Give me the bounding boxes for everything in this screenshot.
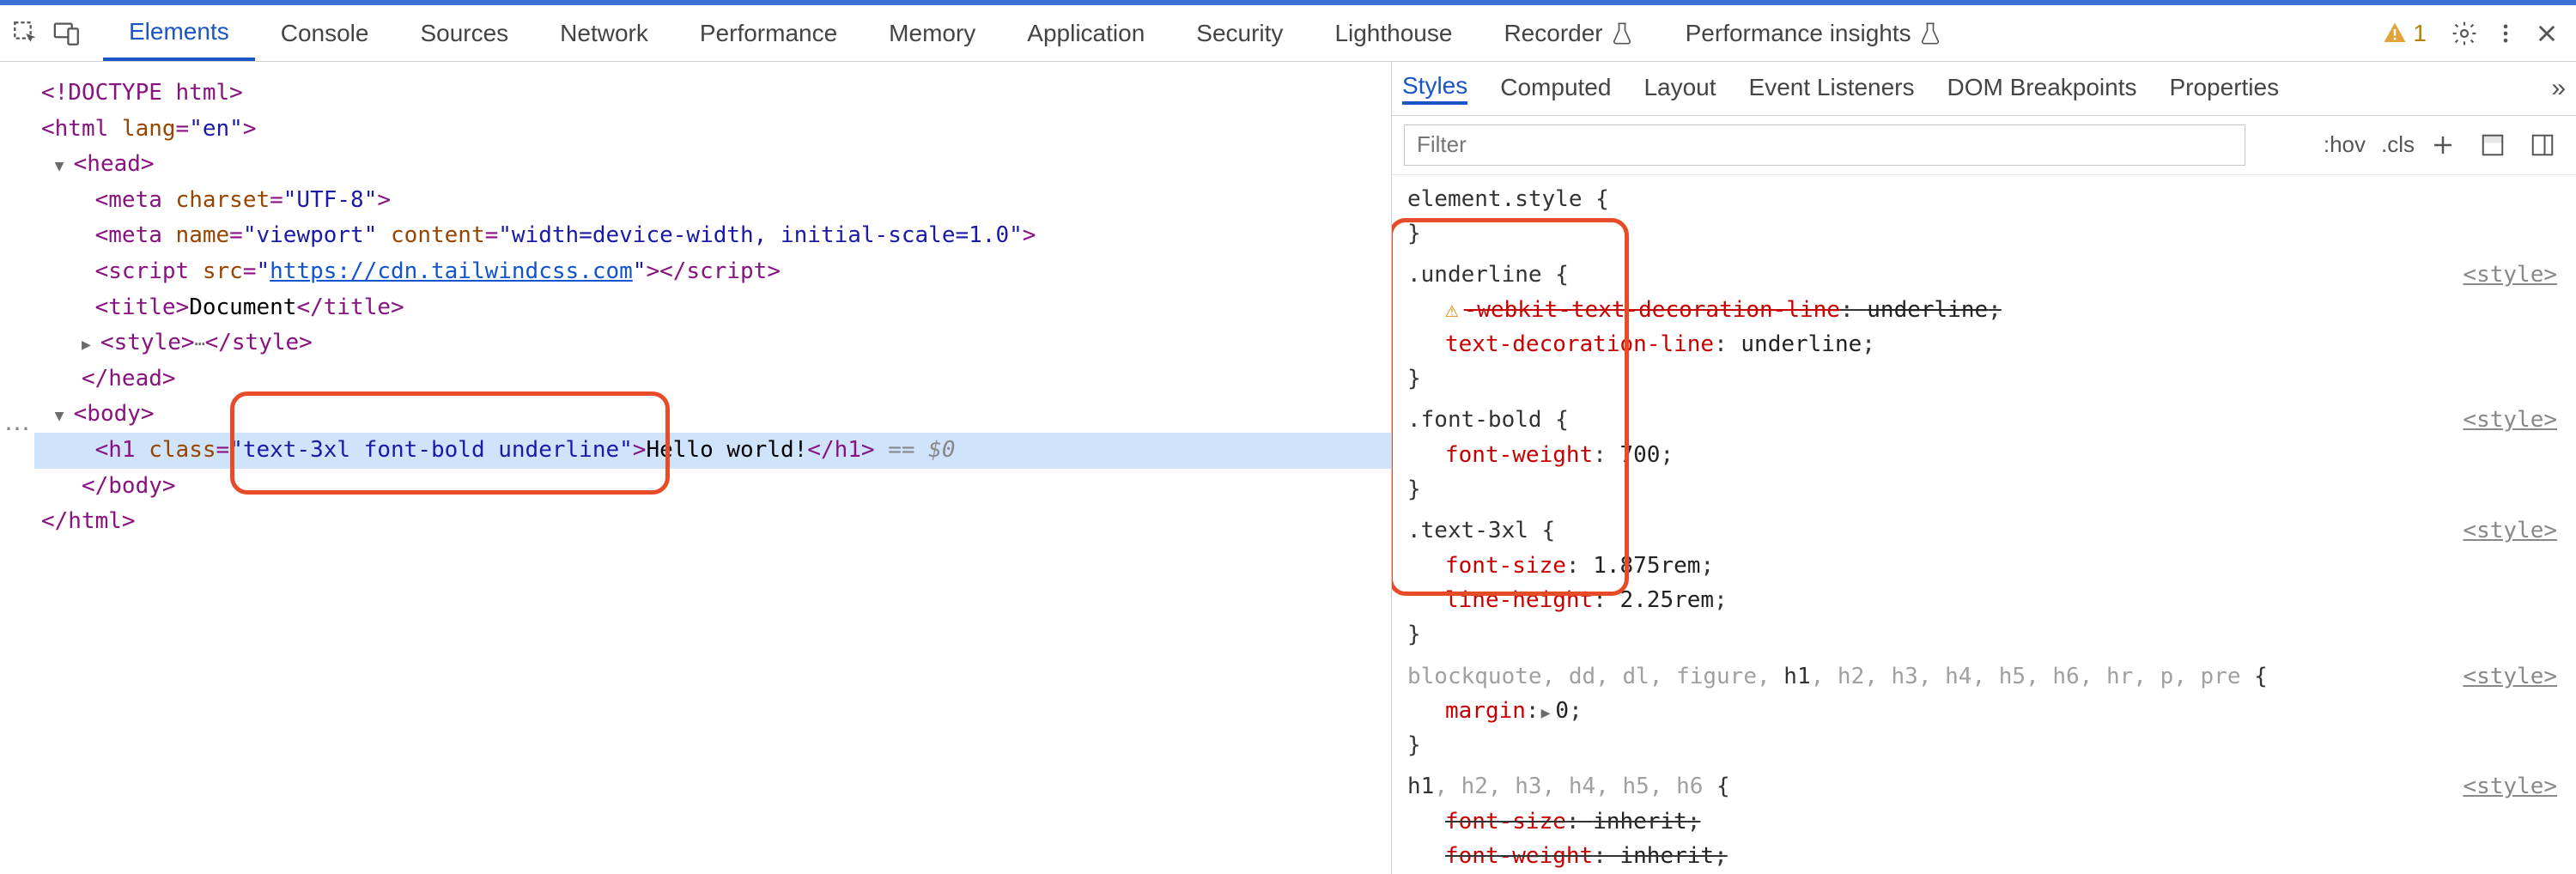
styles-tab-properties[interactable]: Properties bbox=[2169, 74, 2279, 103]
hov-toggle[interactable]: :hov bbox=[2324, 131, 2366, 158]
tab-label: Console bbox=[281, 20, 369, 47]
tab-label: Network bbox=[560, 20, 648, 47]
tab-label: Elements bbox=[129, 18, 229, 46]
inspect-icon[interactable] bbox=[5, 13, 46, 54]
more-icon[interactable] bbox=[2485, 13, 2526, 54]
tab-label: Recorder bbox=[1504, 20, 1602, 47]
tab-label: Lighthouse bbox=[1334, 20, 1452, 47]
css-rule[interactable]: <style> blockquote, dd, dl, figure, h1, … bbox=[1392, 656, 2576, 767]
styles-pane: Styles Computed Layout Event Listeners D… bbox=[1391, 62, 2576, 874]
styles-filter-input[interactable] bbox=[1404, 124, 2245, 166]
expand-toggle-icon[interactable] bbox=[55, 147, 74, 183]
settings-icon[interactable] bbox=[2444, 13, 2485, 54]
new-style-rule-icon[interactable] bbox=[2430, 132, 2464, 158]
expand-toggle-icon[interactable] bbox=[55, 397, 74, 433]
tab-label: Sources bbox=[420, 20, 508, 47]
tab-label: Performance insights bbox=[1686, 20, 1911, 47]
tab-performance[interactable]: Performance bbox=[674, 5, 863, 61]
devtools-tabbar: Elements Console Sources Network Perform… bbox=[0, 5, 2576, 62]
dom-node[interactable]: <script src="https://cdn.tailwindcss.com… bbox=[34, 254, 1391, 290]
styles-tab-styles[interactable]: Styles bbox=[1402, 72, 1467, 105]
tab-network[interactable]: Network bbox=[534, 5, 674, 61]
tab-sources[interactable]: Sources bbox=[394, 5, 534, 61]
device-toggle-icon[interactable] bbox=[46, 13, 88, 54]
tab-label: Performance bbox=[700, 20, 837, 47]
rule-source-link[interactable]: <style> bbox=[2463, 513, 2557, 548]
dom-node[interactable]: <meta charset="UTF-8"> bbox=[34, 183, 1391, 219]
rule-source-link[interactable]: <style> bbox=[2463, 769, 2557, 804]
warnings-count: 1 bbox=[2413, 20, 2427, 47]
beta-icon bbox=[1610, 21, 1634, 46]
dom-gutter: ⋯ bbox=[0, 62, 34, 874]
styles-tab-dom-breakpoints[interactable]: DOM Breakpoints bbox=[1947, 74, 2137, 103]
tab-label: Memory bbox=[889, 20, 975, 47]
styles-tab-event-listeners[interactable]: Event Listeners bbox=[1749, 74, 1915, 103]
tab-label: Security bbox=[1196, 20, 1283, 47]
tab-memory[interactable]: Memory bbox=[863, 5, 1001, 61]
tab-perf-insights[interactable]: Performance insights bbox=[1660, 5, 1968, 61]
dom-node[interactable]: <head> bbox=[34, 147, 1391, 183]
styles-filter-bar: :hov .cls bbox=[1392, 116, 2576, 175]
expand-toggle-icon[interactable] bbox=[82, 325, 100, 361]
close-devtools-icon[interactable] bbox=[2526, 13, 2567, 54]
tab-application[interactable]: Application bbox=[1001, 5, 1170, 61]
more-tabs-icon[interactable]: » bbox=[2551, 74, 2566, 103]
dom-node[interactable]: </head> bbox=[34, 361, 1391, 398]
tab-elements[interactable]: Elements bbox=[103, 5, 255, 61]
tab-console[interactable]: Console bbox=[255, 5, 395, 61]
dom-node[interactable]: <html lang="en"> bbox=[34, 112, 1391, 148]
warnings-badge[interactable]: 1 bbox=[2382, 20, 2427, 47]
styles-tab-layout[interactable]: Layout bbox=[1643, 74, 1716, 103]
dom-node[interactable]: <title>Document</title> bbox=[34, 290, 1391, 326]
css-rule[interactable]: <style> h1, h2, h3, h4, h5, h6 { font-si… bbox=[1392, 766, 2576, 874]
dom-tree[interactable]: <!DOCTYPE html> <html lang="en"> <head> … bbox=[34, 62, 1391, 874]
tab-security[interactable]: Security bbox=[1170, 5, 1309, 61]
rule-source-link[interactable]: <style> bbox=[2463, 659, 2557, 694]
tab-lighthouse[interactable]: Lighthouse bbox=[1309, 5, 1478, 61]
annotation-box bbox=[230, 391, 670, 495]
cls-toggle[interactable]: .cls bbox=[2381, 131, 2415, 158]
ellipsis-icon[interactable]: ⋯ bbox=[195, 330, 205, 357]
dom-node[interactable]: <meta name="viewport" content="width=dev… bbox=[34, 218, 1391, 254]
tab-recorder[interactable]: Recorder bbox=[1478, 5, 1659, 61]
beta-icon bbox=[1918, 21, 1942, 46]
computed-styles-icon[interactable] bbox=[2480, 132, 2514, 158]
shorthand-expand-icon[interactable]: ▶ bbox=[1541, 704, 1551, 722]
styles-tab-computed[interactable]: Computed bbox=[1500, 74, 1611, 103]
rule-source-link[interactable]: <style> bbox=[2463, 258, 2557, 292]
dom-node[interactable]: </html> bbox=[34, 504, 1391, 540]
annotation-box bbox=[1392, 218, 1629, 596]
styles-tabbar: Styles Computed Layout Event Listeners D… bbox=[1392, 62, 2576, 116]
dom-node[interactable]: <style>⋯</style> bbox=[34, 325, 1391, 361]
css-rules[interactable]: element.style { } <style> .underline { ⚠… bbox=[1392, 175, 2576, 874]
rule-source-link[interactable]: <style> bbox=[2463, 403, 2557, 437]
tab-label: Application bbox=[1027, 20, 1145, 47]
toggle-sidebar-icon[interactable] bbox=[2530, 132, 2564, 158]
dom-node[interactable]: <!DOCTYPE html> bbox=[34, 76, 1391, 112]
